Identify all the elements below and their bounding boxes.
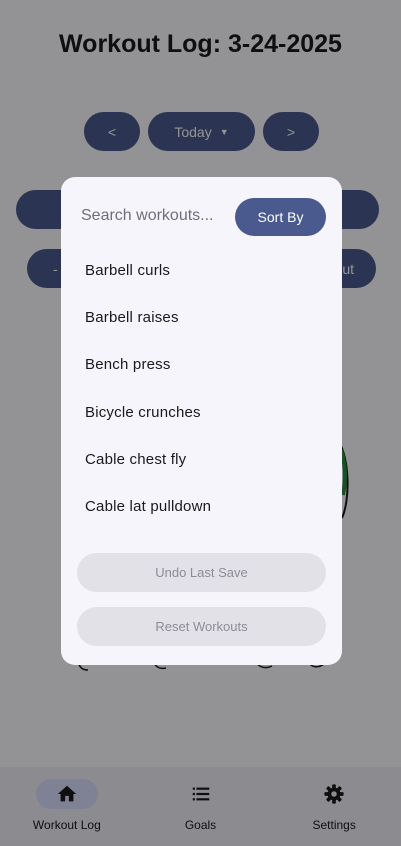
list-item[interactable]: Bench press <box>61 341 342 388</box>
workout-picker-dialog: Sort By Barbell curls Barbell raises Ben… <box>61 177 342 665</box>
sort-by-button[interactable]: Sort By <box>235 198 326 236</box>
workout-list: Barbell curls Barbell raises Bench press… <box>61 247 342 530</box>
reset-workouts-button[interactable]: Reset Workouts <box>77 607 326 646</box>
list-item[interactable]: Barbell raises <box>61 294 342 341</box>
undo-last-save-button[interactable]: Undo Last Save <box>77 553 326 592</box>
list-item[interactable]: Cable lat pulldown <box>61 483 342 530</box>
list-item[interactable]: Cable chest fly <box>61 436 342 483</box>
list-item[interactable]: Bicycle crunches <box>61 389 342 436</box>
search-input[interactable] <box>81 201 231 231</box>
list-item[interactable]: Barbell curls <box>61 247 342 294</box>
